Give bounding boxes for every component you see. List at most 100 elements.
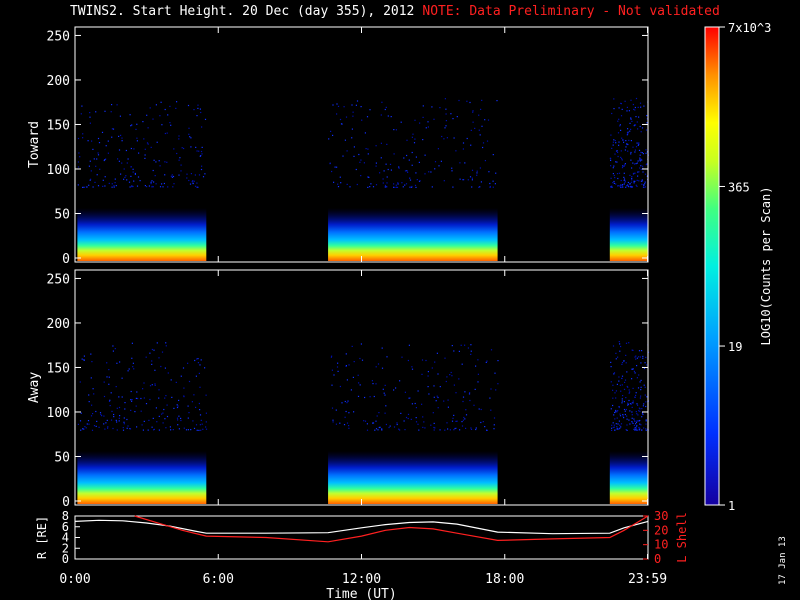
speckle-dot xyxy=(627,185,629,187)
speckle-dot xyxy=(626,418,628,420)
speckle-dot xyxy=(646,396,648,398)
speckle-dot xyxy=(111,136,113,138)
speckle-dot xyxy=(136,391,138,393)
speckle-dot xyxy=(408,344,410,346)
speckle-dot xyxy=(339,422,341,424)
speckle-dot xyxy=(415,407,417,409)
speckle-dot xyxy=(155,104,157,106)
speckle-dot xyxy=(88,394,90,396)
speckle-dot xyxy=(123,421,125,423)
speckle-dot xyxy=(395,184,397,186)
speckle-dot xyxy=(348,364,350,366)
speckle-dot xyxy=(620,186,622,188)
speckle-dot xyxy=(482,421,484,423)
speckle-dot xyxy=(364,132,366,134)
speckle-dot xyxy=(453,384,455,386)
ytick-label-toward: 0 xyxy=(62,252,70,267)
speckle-dot xyxy=(155,161,157,163)
speckle-dot xyxy=(164,367,166,369)
speckle-dot xyxy=(351,104,353,106)
speckle-dot xyxy=(158,389,160,391)
speckle-dot xyxy=(480,108,482,110)
speckle-dot xyxy=(380,142,382,144)
speckle-dot xyxy=(625,146,627,148)
speckle-dot xyxy=(121,377,123,379)
speckle-dot xyxy=(348,427,350,429)
speckle-dot xyxy=(621,362,624,364)
speckle-dot xyxy=(475,427,477,429)
speckle-dot xyxy=(151,180,153,182)
speckle-dot xyxy=(639,356,641,358)
speckle-dot xyxy=(196,182,198,184)
speckle-dot xyxy=(88,184,90,186)
speckle-dot xyxy=(621,375,624,377)
speckle-dot xyxy=(361,359,364,361)
speckle-dot xyxy=(615,411,617,413)
speckle-dot xyxy=(615,183,617,185)
speckle-dot xyxy=(407,359,409,362)
speckle-dot xyxy=(332,134,334,136)
speckle-dot xyxy=(411,366,413,368)
speckle-dot xyxy=(639,157,641,159)
speckle-dot xyxy=(630,185,632,187)
speckle-dot xyxy=(368,176,370,178)
speckle-dot xyxy=(641,429,643,431)
speckle-dot xyxy=(118,406,121,409)
speckle-dot xyxy=(173,183,175,185)
speckle-dot xyxy=(467,347,469,349)
speckle-dot xyxy=(486,429,488,431)
speckle-dot xyxy=(202,176,205,178)
speckle-dot xyxy=(152,169,154,172)
speckle-dot xyxy=(415,417,417,419)
speckle-dot xyxy=(398,167,400,169)
speckle-dot xyxy=(634,151,636,153)
speckle-dot xyxy=(180,164,182,166)
speckle-dot xyxy=(115,386,117,388)
speckle-dot xyxy=(104,159,106,161)
speckle-dot xyxy=(91,404,93,406)
speckle-dot xyxy=(353,146,355,148)
speckle-dot xyxy=(130,390,132,393)
speckle-dot xyxy=(123,423,125,425)
orbit-right-label: L Shell xyxy=(675,512,689,563)
speckle-dot xyxy=(615,409,617,412)
speckle-dot xyxy=(417,423,419,425)
speckle-dot xyxy=(636,429,638,431)
speckle-dot xyxy=(616,161,618,163)
speckle-dot xyxy=(108,376,110,378)
speckle-dot xyxy=(624,163,626,165)
speckle-dot xyxy=(387,115,389,117)
speckle-dot xyxy=(611,112,613,115)
speckle-dot xyxy=(633,424,635,426)
speckle-dot xyxy=(632,387,634,389)
speckle-dot xyxy=(630,159,632,161)
speckle-dot xyxy=(158,429,160,431)
speckle-dot xyxy=(80,113,82,115)
speckle-dot xyxy=(159,165,161,167)
speckle-dot xyxy=(130,399,132,401)
speckle-dot xyxy=(331,407,334,409)
speckle-dot xyxy=(443,138,445,140)
speckle-dot xyxy=(337,105,340,107)
speckle-dot xyxy=(612,345,615,347)
speckle-dot xyxy=(404,170,407,172)
speckle-dot xyxy=(200,429,202,431)
speckle-dot xyxy=(190,173,192,175)
speckle-dot xyxy=(620,115,623,117)
speckle-dot xyxy=(365,148,367,150)
speckle-dot xyxy=(643,184,645,187)
speckle-dot xyxy=(492,186,494,188)
speckle-dot xyxy=(445,108,447,110)
speckle-dot xyxy=(415,156,417,158)
speckle-dot xyxy=(636,365,638,367)
speckle-dot xyxy=(122,427,124,429)
speckle-dot xyxy=(381,347,383,349)
speckle-dot xyxy=(164,161,166,163)
speckle-dot xyxy=(472,110,474,112)
speckle-dot xyxy=(490,388,492,390)
speckle-dot xyxy=(645,129,648,131)
speckle-dot xyxy=(102,185,104,187)
speckle-dot xyxy=(634,427,636,429)
speckle-dot xyxy=(195,146,197,148)
speckle-dot xyxy=(632,162,634,164)
